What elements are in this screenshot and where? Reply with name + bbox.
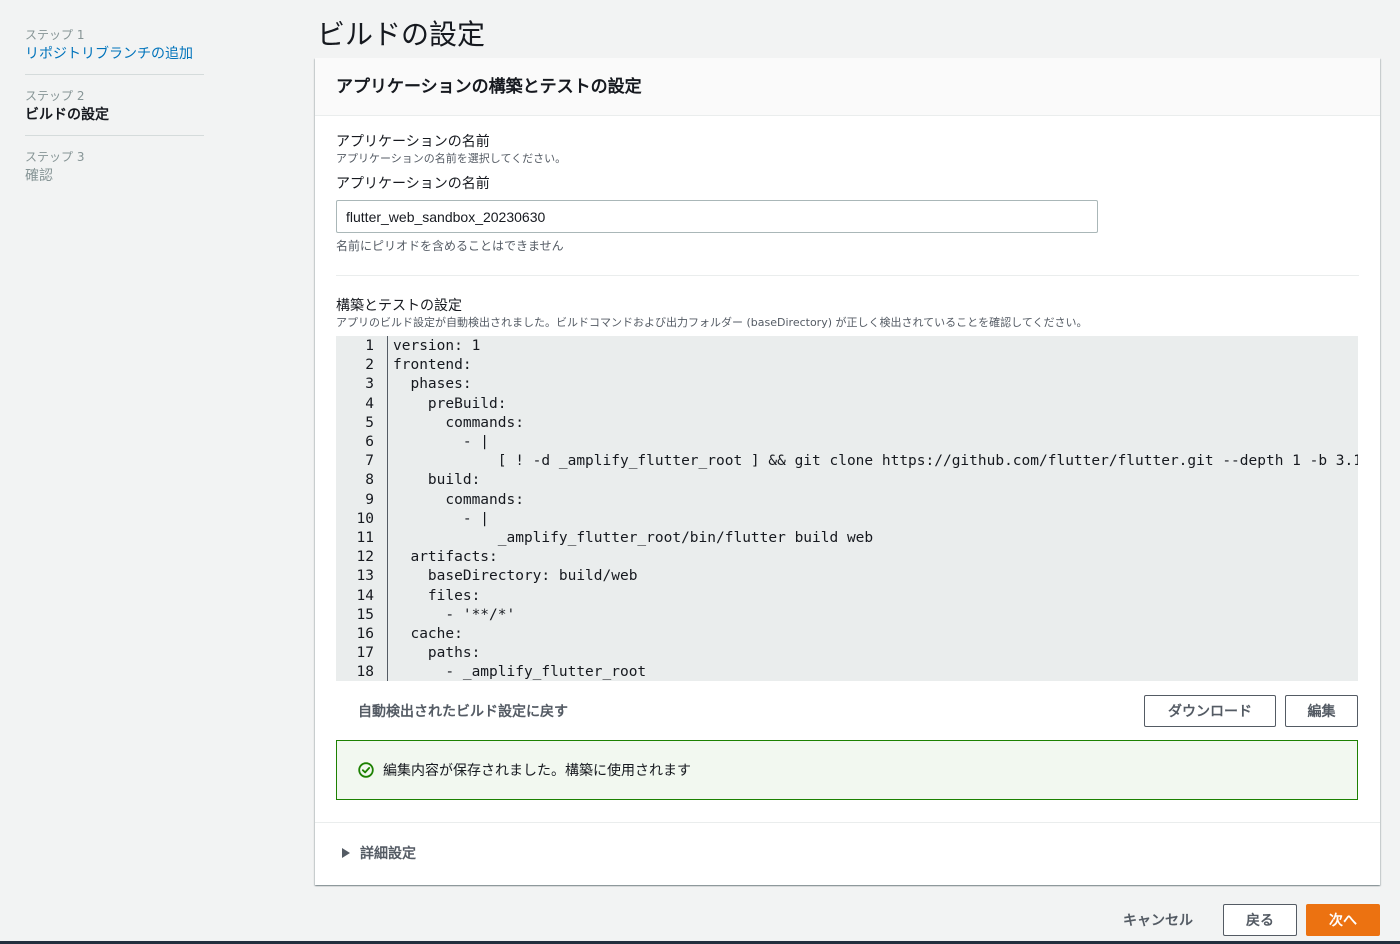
advanced-settings-toggle[interactable]: 詳細設定 — [315, 823, 1380, 863]
wizard-step-1: ステップ 1 リポジトリブランチの追加 — [25, 24, 204, 75]
cancel-button[interactable]: キャンセル — [1110, 904, 1206, 936]
code-line: 13 baseDirectory: build/web — [336, 567, 1358, 586]
code-line: 7 [ ! -d _amplify_flutter_root ] && git … — [336, 452, 1358, 471]
code-text: paths: — [393, 645, 481, 662]
step-link-add-repository-branch[interactable]: リポジトリブランチの追加 — [25, 43, 204, 65]
code-line: 11 _amplify_flutter_root/bin/flutter bui… — [336, 529, 1358, 548]
container-header: アプリケーションの構築とテストの設定 — [315, 58, 1380, 116]
code-line: 3 phases: — [336, 375, 1358, 394]
code-text: [ ! -d _amplify_flutter_root ] && git cl… — [393, 453, 1358, 470]
line-number: 1 — [365, 338, 374, 354]
code-text: baseDirectory: build/web — [393, 568, 638, 585]
revert-to-detected-settings-link[interactable]: 自動検出されたビルド設定に戻す — [358, 701, 568, 721]
edit-button[interactable]: 編集 — [1285, 695, 1358, 727]
caret-right-icon — [342, 848, 350, 858]
line-number: 12 — [356, 549, 374, 566]
code-line: 1 version: 1 — [336, 337, 1358, 356]
line-number: 4 — [365, 395, 374, 412]
line-number: 17 — [356, 645, 374, 662]
step-number: ステップ 3 — [25, 150, 85, 164]
code-line: 15 - '**/*' — [336, 606, 1358, 625]
editor-actions: 自動検出されたビルド設定に戻す ダウンロード 編集 — [336, 681, 1359, 739]
line-number: 7 — [365, 453, 374, 470]
page-title: ビルドの設定 — [317, 18, 486, 51]
code-text: version: 1 — [393, 338, 481, 354]
code-text: commands: — [393, 414, 524, 431]
code-text: - | — [393, 434, 490, 450]
build-settings-description: アプリのビルド設定が自動検出されました。ビルドコマンドおよび出力フォルダー (b… — [336, 316, 1088, 329]
code-line: 2 frontend: — [336, 356, 1358, 375]
app-name-constraint: 名前にピリオドを含めることはできません — [336, 239, 564, 253]
flash-text: 編集内容が保存されました。構築に使用されます — [383, 763, 691, 779]
app-name-section-label: アプリケーションの名前 — [336, 134, 490, 150]
app-name-section: アプリケーションの名前 アプリケーションの名前を選択してください。 アプリケーシ… — [315, 116, 1380, 254]
code-line: 6 - | — [336, 433, 1358, 452]
code-line: 16 cache: — [336, 625, 1358, 644]
code-line: 14 files: — [336, 587, 1358, 606]
code-text: - | — [393, 510, 490, 527]
line-number: 11 — [356, 530, 374, 546]
app-name-field-label: アプリケーションの名前 — [336, 176, 490, 192]
line-number: 13 — [356, 568, 374, 585]
code-text: preBuild: — [393, 395, 507, 412]
code-text: files: — [393, 587, 481, 604]
code-line: 18 - _amplify_flutter_root — [336, 663, 1358, 681]
code-text: commands: — [393, 491, 524, 508]
step-title-review: 確認 — [25, 168, 53, 184]
code-line: 5 commands: — [336, 414, 1358, 433]
next-button[interactable]: 次へ — [1306, 904, 1380, 936]
line-number: 9 — [365, 491, 374, 508]
line-number: 8 — [365, 472, 374, 489]
back-button[interactable]: 戻る — [1223, 904, 1297, 936]
code-text: artifacts: — [393, 549, 498, 566]
code-line: 10 - | — [336, 510, 1358, 529]
wizard-step-3: ステップ 3 確認 — [25, 146, 204, 196]
line-number: 10 — [356, 510, 374, 527]
wizard-navigation: ステップ 1 リポジトリブランチの追加 ステップ 2 ビルドの設定 ステップ 3… — [25, 24, 204, 206]
build-settings-label: 構築とテストの設定 — [336, 298, 462, 314]
code-text: _amplify_flutter_root/bin/flutter build … — [393, 530, 874, 546]
code-line: 9 commands: — [336, 491, 1358, 510]
wizard-step-2: ステップ 2 ビルドの設定 — [25, 85, 204, 136]
check-circle-icon — [358, 762, 374, 778]
code-text: - '**/*' — [393, 606, 516, 623]
code-text: build: — [393, 472, 481, 489]
line-number: 6 — [365, 434, 374, 450]
advanced-settings-label: 詳細設定 — [360, 846, 416, 862]
code-text: cache: — [393, 626, 463, 642]
step-number: ステップ 1 — [25, 28, 85, 42]
code-line: 8 build: — [336, 471, 1358, 490]
build-settings-section: 構築とテストの設定 アプリのビルド設定が自動検出されました。ビルドコマンドおよび… — [315, 276, 1380, 800]
line-number: 15 — [356, 606, 374, 623]
app-name-description: アプリケーションの名前を選択してください。 — [336, 152, 567, 165]
code-line: 12 artifacts: — [336, 548, 1358, 567]
step-title-build-settings: ビルドの設定 — [25, 107, 109, 123]
line-number: 18 — [356, 664, 374, 681]
code-text: phases: — [393, 376, 472, 393]
container-title: アプリケーションの構築とテストの設定 — [336, 77, 642, 97]
code-line: 17 paths: — [336, 644, 1358, 663]
line-number: 5 — [365, 414, 374, 431]
line-number: 3 — [365, 376, 374, 393]
build-spec-code-editor[interactable]: 1 version: 1 2 frontend: 3 phases: 4 preBuild… — [336, 336, 1358, 681]
line-number: 14 — [356, 587, 374, 604]
code-text: - _amplify_flutter_root — [393, 664, 647, 681]
line-number: 2 — [365, 357, 374, 374]
code-text: frontend: — [393, 357, 472, 374]
line-number: 16 — [356, 626, 374, 642]
success-flash-message: 編集内容が保存されました。構築に使用されます — [336, 740, 1358, 800]
code-line: 4 preBuild: — [336, 395, 1358, 414]
step-number: ステップ 2 — [25, 89, 85, 103]
build-settings-container: アプリケーションの構築とテストの設定 アプリケーションの名前 アプリケーションの… — [315, 58, 1380, 885]
app-name-input[interactable] — [336, 200, 1098, 233]
download-button[interactable]: ダウンロード — [1144, 695, 1276, 727]
